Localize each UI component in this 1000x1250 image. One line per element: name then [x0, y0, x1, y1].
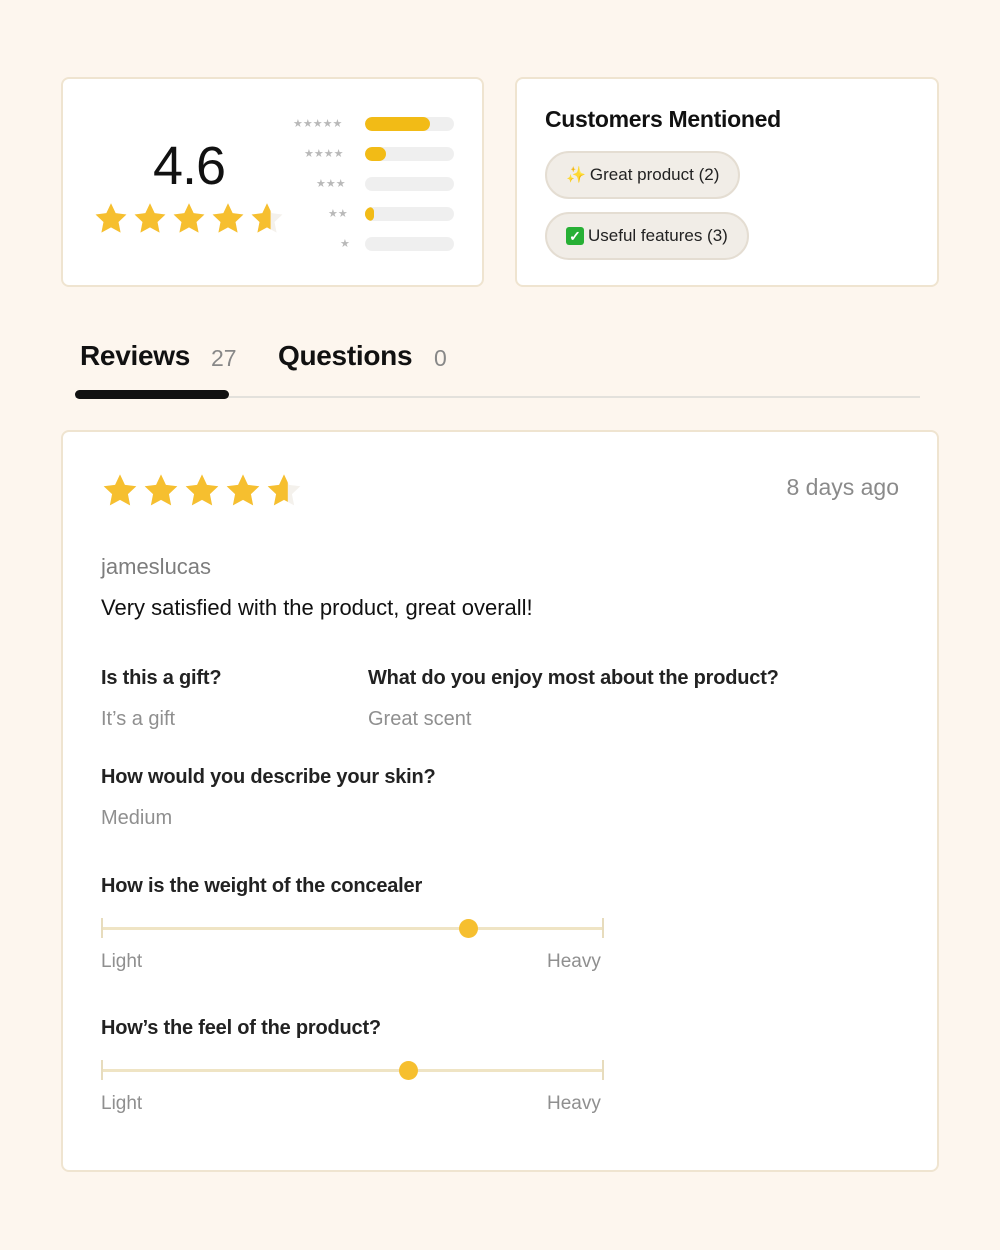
star-icon [224, 472, 262, 510]
review-stars [101, 472, 306, 510]
tab-questions-count: 0 [434, 345, 447, 371]
distribution-bar-5 [365, 117, 454, 131]
weight-max-label: Heavy [547, 951, 601, 972]
average-stars [93, 201, 288, 237]
feel-slider-knob [398, 1061, 418, 1080]
distribution-row-5[interactable]: ★★★★★ [293, 117, 458, 131]
review-text: Very satisfied with the product, great o… [101, 595, 533, 620]
answer-skin: Medium [101, 807, 173, 829]
distribution-bar-1 [365, 237, 454, 251]
weight-min-label: Light [101, 951, 143, 972]
star-icon [210, 201, 246, 237]
review-card: 8 days ago jameslucas Very satisfied wit… [61, 430, 939, 1172]
question-enjoy-most: What do you enjoy most about the product… [368, 667, 779, 689]
feel-slider [101, 1060, 604, 1080]
star-label-2: ★★ [328, 208, 348, 220]
answer-enjoy-most: Great scent [368, 708, 472, 730]
question-gift: Is this a gift? [101, 667, 222, 689]
star-icon [171, 201, 207, 237]
feel-max-label: Heavy [547, 1093, 601, 1114]
mention-chip-label: Useful features (3) [588, 226, 728, 245]
average-rating: 4.6 [153, 136, 226, 196]
answer-gift: It’s a gift [101, 708, 176, 730]
weight-slider [101, 918, 604, 938]
tab-reviews[interactable]: Reviews [80, 340, 190, 372]
mention-chip-great-product[interactable]: ✨ Great product (2) [545, 151, 741, 199]
customers-mentioned-card: Customers Mentioned ✨ Great product (2) … [515, 77, 939, 287]
mention-chip-useful-features[interactable]: ✓ Useful features (3) [545, 212, 749, 260]
star-icon [142, 472, 180, 510]
distribution-row-2[interactable]: ★★ [293, 207, 458, 221]
weight-slider-knob [459, 919, 479, 938]
mentions-title: Customers Mentioned [545, 106, 781, 132]
review-date: 8 days ago [786, 474, 899, 500]
question-weight: How is the weight of the concealer [101, 875, 423, 897]
star-label-3: ★★★ [316, 178, 346, 190]
distribution-bar-2 [365, 207, 454, 221]
check-icon: ✓ [566, 227, 584, 245]
star-label-5: ★★★★★ [293, 118, 343, 130]
distribution-row-3[interactable]: ★★★ [293, 177, 458, 191]
star-icon [101, 472, 139, 510]
tab-questions[interactable]: Questions [278, 340, 413, 372]
review-author: jameslucas [101, 554, 212, 579]
rating-summary-card: 4.6 ★★★★★ ★★★★ ★★★ ★★ ★ [61, 77, 484, 287]
star-label-4: ★★★★ [304, 148, 344, 160]
tab-reviews-count: 27 [211, 345, 237, 371]
distribution-row-4[interactable]: ★★★★ [293, 147, 458, 161]
distribution-bar-3 [365, 177, 454, 191]
star-icon [183, 472, 221, 510]
question-skin: How would you describe your skin? [101, 766, 436, 788]
sparkles-icon: ✨ [566, 167, 586, 184]
star-icon [132, 201, 168, 237]
feel-min-label: Light [101, 1093, 143, 1114]
distribution-row-1[interactable]: ★ [293, 237, 458, 251]
question-feel: How’s the feel of the product? [101, 1017, 381, 1039]
star-icon [265, 472, 303, 510]
mention-chip-label: Great product (2) [589, 165, 720, 184]
star-icon [93, 201, 129, 237]
active-tab-indicator [75, 390, 229, 399]
star-label-1: ★ [340, 238, 350, 250]
distribution-bar-4 [365, 147, 454, 161]
star-icon [249, 201, 285, 237]
